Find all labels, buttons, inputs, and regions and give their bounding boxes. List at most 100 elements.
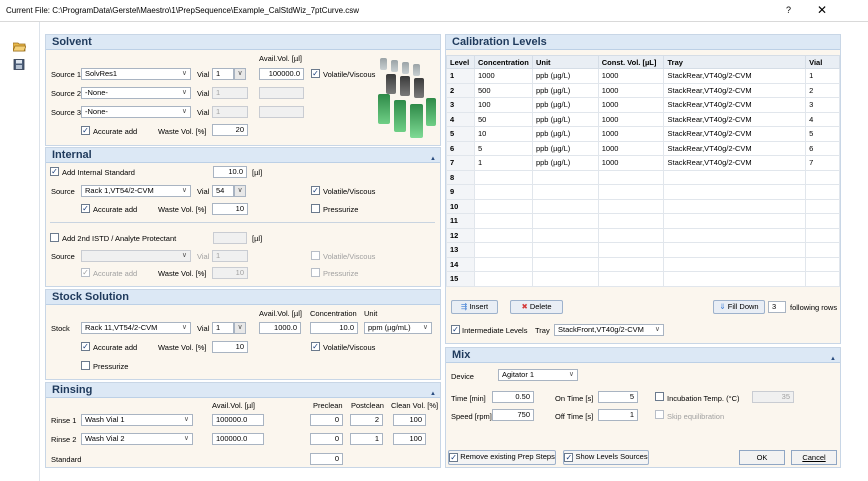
table-row[interactable]: 12 [446,227,840,243]
table-cell[interactable] [531,242,599,258]
device-select[interactable]: Agitator 1 [498,369,578,381]
table-row[interactable]: 8 [446,169,840,185]
table-row[interactable]: 11 [446,213,840,229]
table-row[interactable]: 4 50 ppb (µg/L) 1000 StackRear,VT40g/2-CVM 4 [446,111,840,127]
help-button[interactable]: ? [786,5,791,15]
table-cell[interactable] [663,256,807,272]
table-row[interactable]: 10 [446,198,840,214]
internal-waste2-input[interactable]: 10 [212,267,248,279]
table-cell[interactable]: 1000 [597,126,665,142]
table-cell[interactable]: 2 [805,82,840,98]
table-cell[interactable]: StackRear,VT40g/2-CVM [663,82,807,98]
column-header[interactable]: Concentration [473,55,533,69]
table-cell[interactable]: 1000 [597,68,665,84]
solvent-accurate-checkbox[interactable]: ✓ [81,126,90,135]
table-cell[interactable] [805,242,840,258]
table-cell[interactable] [531,198,599,214]
table-cell[interactable]: StackRear,VT40g/2-CVM [663,140,807,156]
add2-volume-input[interactable] [213,232,247,244]
internal-pressurize-checkbox[interactable] [311,204,320,213]
calibration-table[interactable]: Level Concentration Unit Const. Vol. [µL] Tr… [446,55,840,287]
table-cell[interactable]: 500 [473,82,533,98]
table-cell[interactable]: 1000 [597,111,665,127]
solvent-waste-input[interactable]: 20 [212,124,248,136]
table-cell[interactable] [597,213,665,229]
ok-button[interactable]: OK [739,450,785,465]
column-header[interactable]: Vial [805,55,840,69]
table-cell[interactable] [597,198,665,214]
table-cell[interactable]: 1000 [597,82,665,98]
table-cell[interactable]: 4 [805,111,840,127]
internal-accurate-checkbox[interactable]: ✓ [81,204,90,213]
filldown-button[interactable]: ⇓ Fill Down [713,300,765,314]
column-header[interactable]: Tray [663,55,807,69]
table-row[interactable]: 9 [446,184,840,200]
table-cell[interactable]: ppb (µg/L) [531,82,599,98]
table-row[interactable]: 14 [446,256,840,272]
column-header[interactable]: Unit [531,55,599,69]
open-folder-icon[interactable] [13,41,26,52]
table-cell[interactable] [531,227,599,243]
table-cell[interactable] [473,256,533,272]
table-cell[interactable] [805,198,840,214]
stock-volatile-checkbox[interactable]: ✓ [311,342,320,351]
table-cell[interactable] [473,213,533,229]
incubation-checkbox[interactable] [655,392,664,401]
remove-prep-steps-toggle[interactable]: ✓ Remove existing Prep Steps [448,450,556,465]
table-cell[interactable]: ppb (µg/L) [531,155,599,171]
table-cell[interactable] [597,169,665,185]
internal-volatile-checkbox[interactable]: ✓ [311,186,320,195]
table-cell[interactable]: StackRear,VT40g/2-CVM [663,97,807,113]
source2-select[interactable]: -None- [81,87,191,99]
stock-waste-input[interactable]: 10 [212,341,248,353]
internal-source-select[interactable]: Rack 1,VT54/2-CVM [81,185,191,197]
internal-volatile2-checkbox[interactable] [311,251,320,260]
table-cell[interactable]: 3 [805,97,840,113]
cancel-button[interactable]: Cancel [791,450,837,465]
table-cell[interactable] [531,213,599,229]
table-cell[interactable]: 5 [473,140,533,156]
table-cell[interactable] [473,184,533,200]
table-cell[interactable]: 1 [805,68,840,84]
close-button[interactable]: ✕ [817,3,827,17]
table-cell[interactable] [597,184,665,200]
stock-vial-input[interactable]: 1 [212,322,234,334]
source1-select[interactable]: SolvRes1 [81,68,191,80]
table-row[interactable]: 3 100 ppb (µg/L) 1000 StackRear,VT40g/2-CVM 3 [446,97,840,113]
table-cell[interactable]: ppb (µg/L) [531,140,599,156]
delete-button[interactable]: ✖ Delete [510,300,563,314]
offtime-input[interactable]: 1 [598,409,638,421]
table-cell[interactable]: ppb (µg/L) [531,126,599,142]
table-cell[interactable] [597,242,665,258]
table-cell[interactable]: StackRear,VT40g/2-CVM [663,68,807,84]
stock-pressurize-checkbox[interactable] [81,361,90,370]
stock-unit-select[interactable]: ppm (µg/mL) [364,322,432,334]
table-cell[interactable]: 5 [805,126,840,142]
internal-pressurize2-checkbox[interactable] [311,268,320,277]
table-cell[interactable] [805,213,840,229]
table-row[interactable]: 1 1000 ppb (µg/L) 1000 StackRear,VT40g/2-CVM… [446,68,840,84]
source1-vial-input[interactable]: 1 [212,68,234,80]
table-cell[interactable]: 1 [473,155,533,171]
table-cell[interactable] [597,227,665,243]
table-cell[interactable]: ppb (µg/L) [531,97,599,113]
source1-vial-dropdown[interactable]: ∨ [234,68,246,80]
add2-checkbox[interactable] [50,233,59,242]
table-cell[interactable] [531,169,599,185]
table-cell[interactable] [473,271,533,287]
table-cell[interactable] [473,169,533,185]
table-cell[interactable] [473,227,533,243]
table-cell[interactable]: StackRear,VT40g/2-CVM [663,126,807,142]
skip-equilibration-checkbox[interactable] [655,410,664,419]
save-icon[interactable] [13,59,26,70]
internal-vial2-input[interactable]: 1 [212,250,248,262]
collapse-icon[interactable]: ▲ [830,352,836,367]
speed-input[interactable]: 750 [492,409,534,421]
source3-vial-input[interactable]: 1 [212,106,248,118]
table-cell[interactable]: 10 [473,126,533,142]
collapse-icon[interactable]: ▲ [430,152,436,167]
table-row[interactable]: 15 [446,271,840,287]
table-cell[interactable]: 50 [473,111,533,127]
table-cell[interactable] [805,184,840,200]
table-cell[interactable] [597,271,665,287]
